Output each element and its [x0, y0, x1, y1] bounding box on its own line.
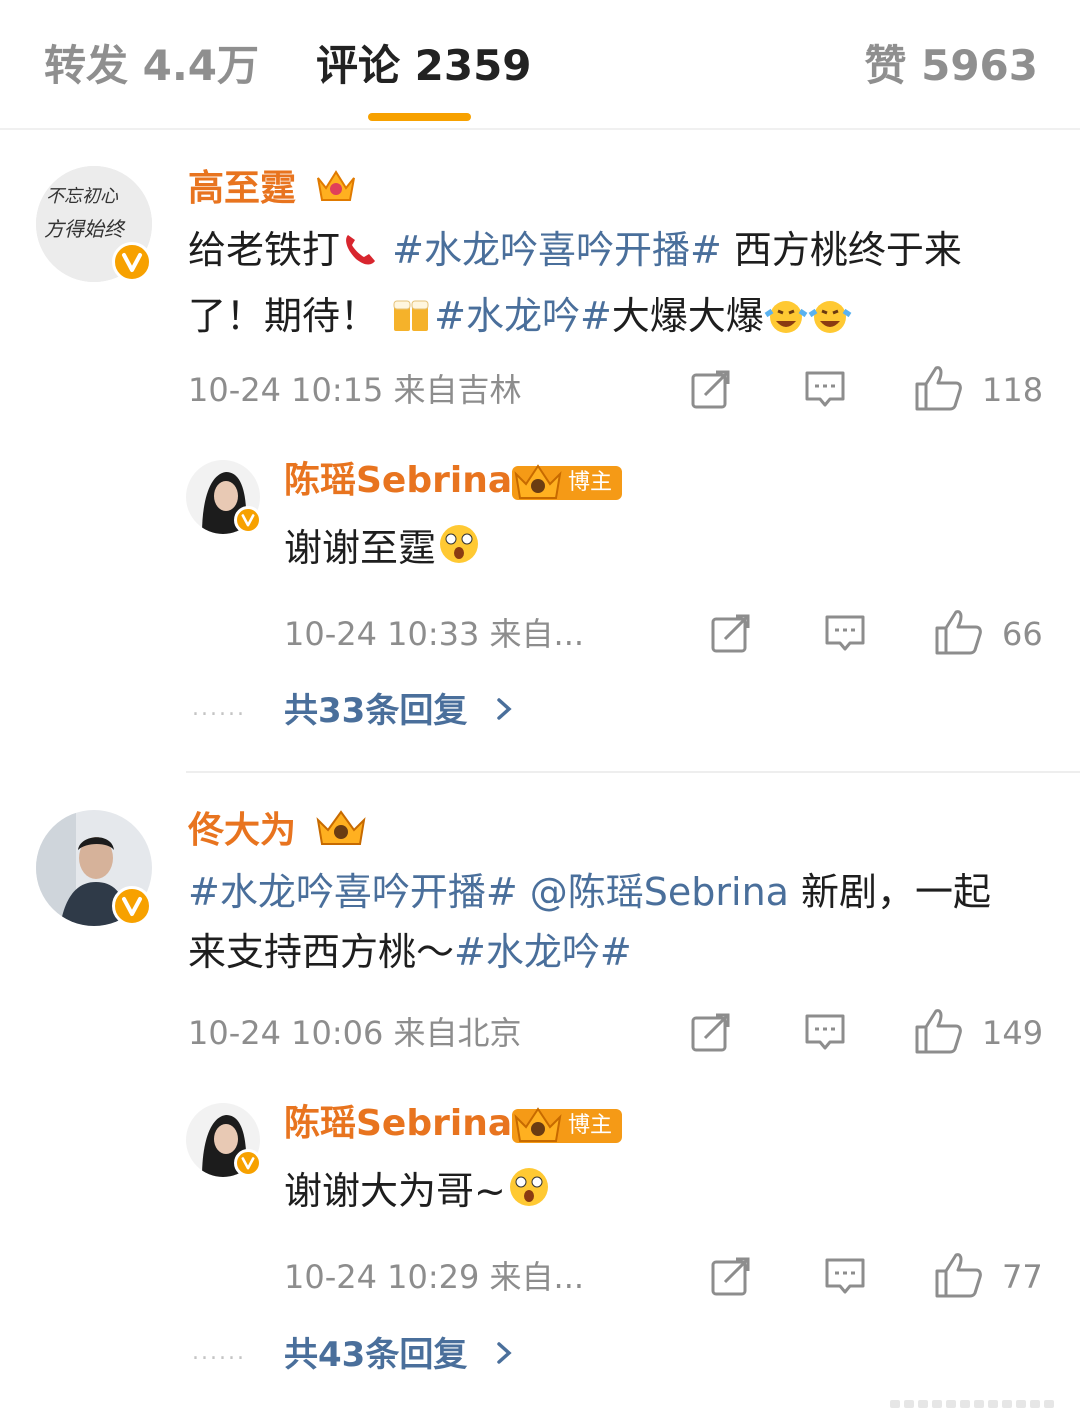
active-tab-indicator [368, 113, 471, 121]
comment-body: #水龙吟喜吟开播# @陈瑶Sebrina 新剧，一起来支持西方桃～#水龙吟# [188, 870, 992, 974]
comment-tab-bar: 转发 4.4万 评论 2359 赞 5963 [0, 0, 1080, 130]
crown-icon [512, 460, 564, 504]
phone-icon [340, 226, 380, 286]
comment-meta: 10-24 10:06 来自北京 [188, 1014, 522, 1052]
shocked-face-icon [506, 1164, 552, 1227]
reply-meta: 10-24 10:29 来自... [284, 1258, 585, 1296]
thumb-up-icon[interactable] [914, 1007, 964, 1059]
avatar[interactable] [186, 1103, 262, 1177]
repost-icon[interactable] [710, 1255, 752, 1301]
more-dots: ...... [192, 696, 246, 721]
topic-link[interactable]: #水龙吟# [434, 294, 612, 338]
mention-link[interactable]: @陈瑶Sebrina [530, 870, 789, 914]
scroll-hint [890, 1400, 1054, 1408]
verified-v-icon [112, 886, 152, 926]
avatar[interactable]: 不忘初心 方得始终 [36, 166, 152, 282]
comment-icon[interactable] [824, 612, 866, 658]
comment-location: 来自吉林 [393, 371, 522, 409]
topic-link[interactable]: #水龙吟喜吟开播# [392, 228, 722, 272]
avatar-calligraphy-line-2: 方得始终 [44, 217, 126, 241]
comment-icon[interactable] [804, 368, 846, 414]
laugh-cry-icon [808, 292, 852, 352]
chevron-right-icon [497, 1342, 512, 1364]
view-more-replies-link[interactable]: 共33条回复 [284, 688, 515, 734]
reply-meta: 10-24 10:33 来自... [284, 615, 585, 653]
chevron-right-icon [497, 698, 512, 720]
username[interactable]: 佟大为 [188, 808, 296, 854]
repost-icon[interactable] [690, 368, 732, 414]
comment-icon[interactable] [824, 1255, 866, 1301]
crown-icon [512, 1103, 564, 1147]
verified-v-icon [234, 1149, 262, 1177]
thumb-up-icon[interactable] [934, 1251, 984, 1303]
avatar[interactable] [36, 810, 152, 926]
like-count: 149 [982, 1014, 1044, 1052]
thumb-up-icon[interactable] [934, 608, 984, 660]
repost-icon[interactable] [690, 1011, 732, 1057]
tab-repost[interactable]: 转发 4.4万 [44, 38, 259, 94]
like-count: 77 [1002, 1258, 1043, 1296]
reply-body: 谢谢至霆 [284, 518, 482, 584]
laugh-cry-icon [764, 292, 808, 352]
thumb-up-icon[interactable] [914, 364, 964, 416]
more-dots: ...... [192, 1340, 246, 1365]
shocked-face-icon [436, 521, 482, 584]
comment-time: 10-24 10:15 [188, 371, 384, 409]
repost-icon[interactable] [710, 612, 752, 658]
avatar[interactable] [186, 460, 262, 534]
crown-icon [314, 806, 368, 850]
beer-icon [390, 292, 434, 352]
like-count: 118 [982, 371, 1044, 409]
tab-comment[interactable]: 评论 2359 [316, 38, 532, 94]
comment-icon[interactable] [804, 1011, 846, 1057]
avatar-calligraphy-line-1: 不忘初心 [46, 186, 119, 207]
reply-body: 谢谢大为哥~ [284, 1161, 552, 1227]
view-more-replies-link[interactable]: 共43条回复 [284, 1332, 515, 1378]
tab-like[interactable]: 赞 5963 [864, 38, 1038, 94]
topic-link[interactable]: #水龙吟喜吟开播# [188, 870, 518, 914]
comment-meta: 10-24 10:15 来自吉林 [188, 370, 522, 410]
username[interactable]: 陈瑶Sebrina [284, 1101, 512, 1147]
topic-link[interactable]: #水龙吟# [454, 930, 632, 974]
verified-v-icon [112, 242, 152, 282]
comment-body: 给老铁打 #水龙吟喜吟开播# 西方桃终于来了！期待！ #水龙吟#大爆大爆 [188, 220, 1028, 352]
username[interactable]: 陈瑶Sebrina [284, 458, 512, 504]
like-count: 66 [1002, 615, 1043, 653]
divider [186, 771, 1080, 773]
username[interactable]: 高至霆 [188, 166, 296, 212]
crown-icon [314, 164, 358, 208]
verified-v-icon [234, 506, 262, 534]
